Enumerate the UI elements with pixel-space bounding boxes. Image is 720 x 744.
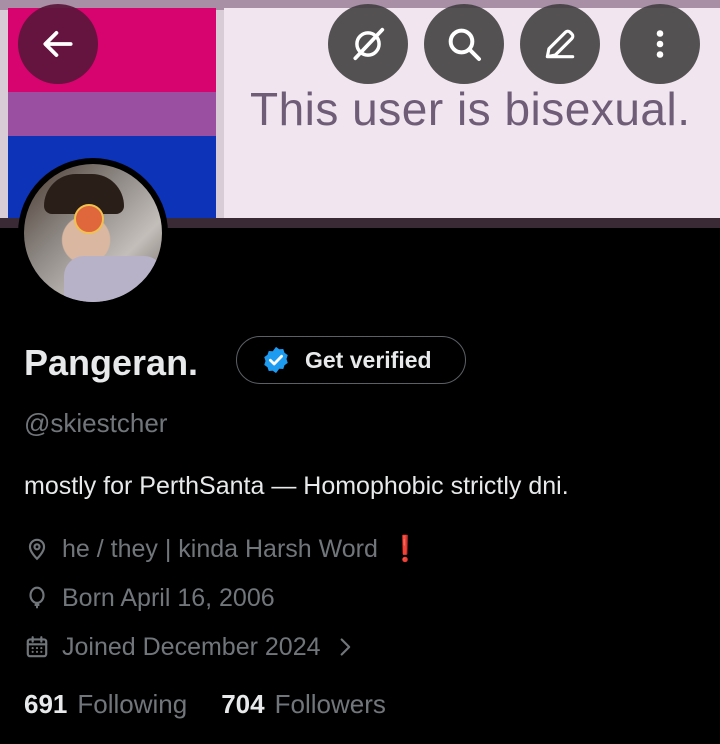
exclamation-mark: ❗ [389, 534, 422, 563]
arrow-left-icon [43, 31, 73, 57]
following-label[interactable]: Following [77, 689, 187, 720]
more-vertical-icon [656, 30, 664, 58]
calendar-icon [26, 636, 48, 658]
chevron-right-icon [340, 638, 350, 656]
profile-birthday: Born April 16, 2006 [24, 581, 275, 615]
get-verified-button[interactable]: Get verified [236, 336, 466, 384]
edit-button[interactable] [520, 4, 600, 84]
profile-bio: mostly for PerthSanta — Homophobic stric… [24, 472, 569, 500]
following-count[interactable]: 691 [24, 689, 67, 720]
search-button[interactable] [424, 4, 504, 84]
profile-joined[interactable]: Joined December 2024 [24, 630, 355, 664]
location-pin-icon [28, 538, 46, 561]
search-icon [448, 28, 481, 61]
followers-count[interactable]: 704 [221, 689, 264, 720]
followers-label[interactable]: Followers [275, 689, 386, 720]
profile-location: he / they | kinda Harsh Word ❗ [24, 532, 421, 566]
more-button[interactable] [620, 4, 700, 84]
follow-stats: 691 Following 704 Followers [24, 689, 420, 720]
profile-handle: @skiestcher [24, 408, 168, 438]
birthday-text: Born April 16, 2006 [62, 583, 275, 612]
joined-text: Joined December 2024 [62, 632, 321, 661]
banner-text: This user is bisexual. [250, 83, 691, 135]
profile-name: Pangeran. [24, 342, 199, 383]
location-text: he / they | kinda Harsh Word [62, 534, 378, 563]
avatar[interactable] [24, 164, 162, 302]
grok-icon [353, 27, 385, 61]
verified-badge-icon [264, 346, 288, 374]
get-verified-label: Get verified [305, 346, 432, 373]
back-button[interactable] [18, 4, 98, 84]
pencil-icon [545, 29, 575, 59]
balloon-icon [29, 586, 45, 609]
grok-button[interactable] [328, 4, 408, 84]
